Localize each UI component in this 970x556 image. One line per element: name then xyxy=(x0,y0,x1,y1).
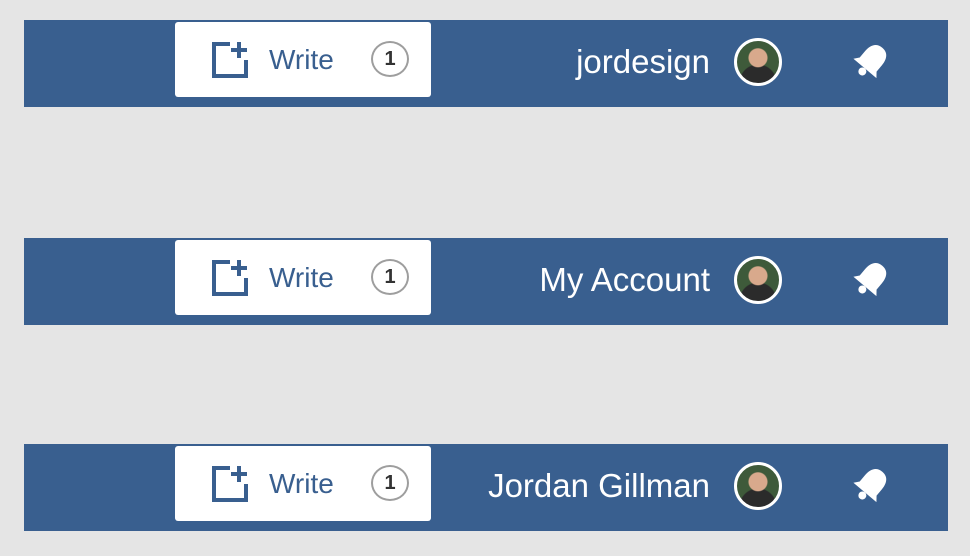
draft-count-badge: 1 xyxy=(371,259,409,295)
masterbar-variant-3: Write 1 Jordan Gillman xyxy=(24,444,948,531)
avatar[interactable] xyxy=(734,38,782,86)
masterbar-variant-1: Write 1 jordesign xyxy=(24,20,948,107)
write-label: Write xyxy=(269,262,334,293)
write-plus-icon xyxy=(212,260,248,296)
account-name-link[interactable]: My Account xyxy=(539,260,710,300)
draft-count-badge: 1 xyxy=(371,465,409,501)
write-plus-icon xyxy=(212,42,248,78)
notification-bell-icon[interactable] xyxy=(850,38,894,82)
notification-bell-icon[interactable] xyxy=(850,462,894,506)
masterbar-variant-2: Write 1 My Account xyxy=(24,238,948,325)
write-label: Write xyxy=(269,44,334,75)
avatar[interactable] xyxy=(734,256,782,304)
account-name-link[interactable]: jordesign xyxy=(576,42,710,82)
notification-bell-icon[interactable] xyxy=(850,256,894,300)
write-plus-icon xyxy=(212,466,248,502)
draft-count-badge: 1 xyxy=(371,41,409,77)
write-label: Write xyxy=(269,468,334,499)
avatar[interactable] xyxy=(734,462,782,510)
write-button[interactable]: Write 1 xyxy=(175,22,431,97)
write-button[interactable]: Write 1 xyxy=(175,240,431,315)
account-name-link[interactable]: Jordan Gillman xyxy=(488,466,710,506)
write-button[interactable]: Write 1 xyxy=(175,446,431,521)
